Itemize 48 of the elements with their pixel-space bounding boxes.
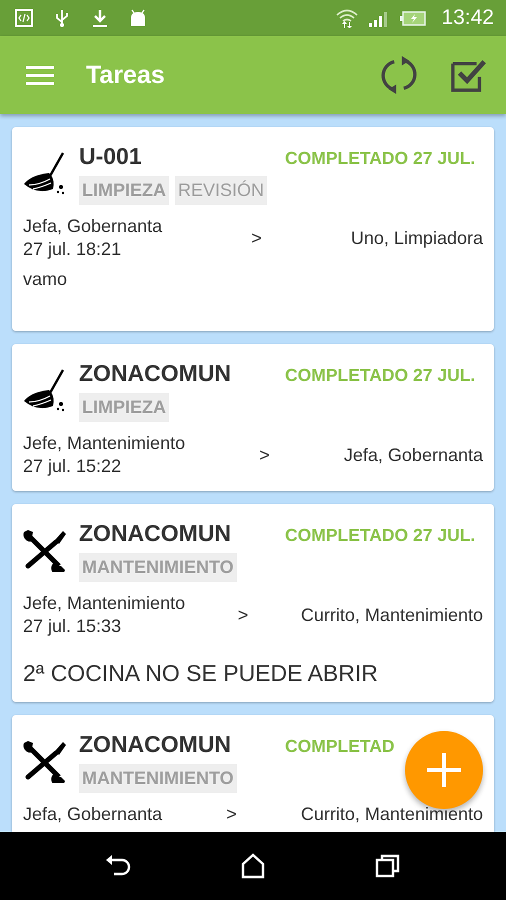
category-tag: MANTENIMIENTO bbox=[79, 764, 237, 793]
task-date: 27 jul. 15:22 bbox=[23, 455, 122, 478]
download-icon bbox=[90, 8, 110, 28]
category-tag: LIMPIEZA bbox=[79, 393, 169, 422]
arrow-sign: > bbox=[226, 803, 237, 826]
task-card[interactable]: U-001 COMPLETADO 27 JUL. LIMPIEZA REVISIÓN Jefa, Gobernanta 27 jul. 18:21 > Uno, Limpiadora vamo bbox=[12, 127, 494, 331]
task-date: 27 jul. 18:21 bbox=[23, 238, 122, 261]
task-card[interactable]: ZONACOMUN COMPLETAD MANTENIMIENTO Jefa, Gobernanta > Currito, Mantenimiento bbox=[12, 715, 494, 832]
task-card[interactable]: ZONACOMUN COMPLETADO 27 JUL. LIMPIEZA Jefe, Mantenimiento 27 jul. 15:22 > Jefa, Gobernanta bbox=[12, 344, 494, 491]
code-icon bbox=[14, 8, 34, 28]
task-title: ZONACOMUN bbox=[79, 731, 232, 758]
wifi-icon bbox=[335, 8, 360, 28]
broom-icon bbox=[23, 368, 67, 412]
category-tag: LIMPIEZA bbox=[79, 176, 169, 205]
arrow-sign: > bbox=[251, 226, 262, 250]
android-icon bbox=[128, 8, 148, 28]
sender-name: Jefa, Gobernanta bbox=[23, 215, 162, 238]
arrow-sign: > bbox=[238, 604, 248, 626]
tools-icon bbox=[23, 528, 67, 572]
sender-name: Jefe, Mantenimiento bbox=[23, 432, 186, 455]
category-tag: REVISIÓN bbox=[175, 176, 268, 205]
sender-name: Jefe, Mantenimiento bbox=[23, 592, 186, 615]
toolbar-title: Tareas bbox=[86, 60, 166, 90]
assignee-name: Currito, Mantenimiento bbox=[300, 803, 483, 826]
plus-icon bbox=[427, 753, 461, 787]
task-note: 2ª COCINA NO SE PUEDE ABRIR bbox=[23, 660, 379, 688]
task-title: ZONACOMUN bbox=[79, 360, 232, 387]
broom-icon bbox=[23, 151, 67, 195]
task-note: vamo bbox=[23, 269, 68, 291]
arrow-sign: > bbox=[259, 444, 270, 466]
assignee-name: Uno, Limpiadora bbox=[350, 226, 483, 250]
sync-button[interactable] bbox=[380, 56, 418, 94]
assignee-name: Jefa, Gobernanta bbox=[344, 444, 483, 466]
task-card[interactable]: ZONACOMUN COMPLETADO 27 JUL. MANTENIMIENTO Jefe, Mantenimiento 27 jul. 15:33 > Currito, Mantenimiento 2ª COCINA NO SE PUEDE ABRIR bbox=[12, 504, 494, 702]
task-date: 27 jul. 15:33 bbox=[23, 615, 122, 638]
category-tag: MANTENIMIENTO bbox=[79, 553, 237, 582]
task-title: ZONACOMUN bbox=[79, 520, 232, 547]
sync-icon bbox=[380, 56, 418, 94]
menu-icon bbox=[26, 65, 54, 85]
task-title: U-001 bbox=[79, 143, 142, 170]
tools-icon bbox=[23, 739, 67, 783]
sender-name: Jefa, Gobernanta bbox=[23, 803, 162, 826]
assignee-name: Currito, Mantenimiento bbox=[300, 604, 483, 626]
task-status: COMPLETADO 27 JUL. bbox=[285, 365, 476, 386]
task-status: COMPLETAD bbox=[285, 736, 396, 757]
task-status: COMPLETADO 27 JUL. bbox=[285, 525, 476, 546]
clock-time: 13:42 bbox=[441, 6, 494, 30]
task-status: COMPLETADO 27 JUL. bbox=[285, 148, 476, 169]
